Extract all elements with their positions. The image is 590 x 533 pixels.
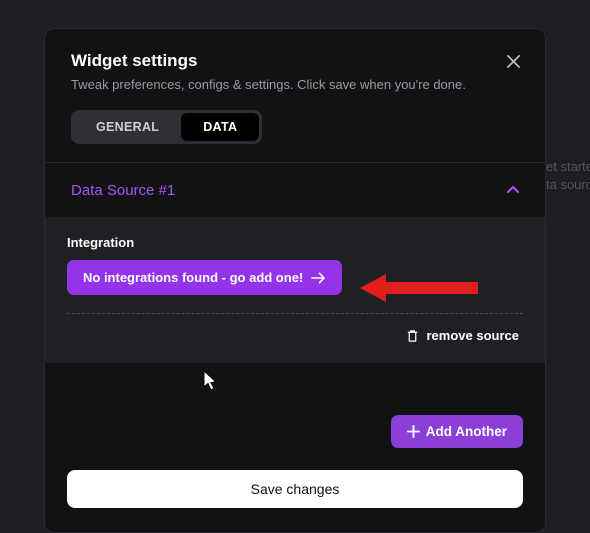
arrow-right-icon (311, 272, 326, 284)
chevron-up-icon (507, 181, 519, 199)
close-icon (507, 55, 520, 68)
add-integration-button[interactable]: No integrations found - go add one! (67, 260, 342, 295)
add-another-button[interactable]: Add Another (391, 415, 523, 448)
modal-title: Widget settings (71, 51, 519, 71)
data-source-header[interactable]: Data Source #1 (45, 163, 545, 217)
data-source-title: Data Source #1 (71, 182, 175, 199)
tab-group: GENERAL DATA (71, 110, 262, 144)
modal-header: Widget settings Tweak preferences, confi… (45, 29, 545, 162)
tab-data[interactable]: DATA (181, 113, 259, 141)
plus-icon (407, 425, 420, 438)
add-another-label: Add Another (426, 424, 507, 439)
tab-general[interactable]: GENERAL (74, 113, 181, 141)
remove-source-button[interactable]: remove source (67, 314, 523, 347)
data-source-panel: Integration No integrations found - go a… (45, 217, 545, 363)
integration-label: Integration (67, 235, 523, 250)
background-hint-text: et started ta source (546, 158, 590, 194)
trash-icon (406, 329, 419, 343)
modal-subtitle: Tweak preferences, configs & settings. C… (71, 77, 519, 92)
widget-settings-modal: Widget settings Tweak preferences, confi… (44, 28, 546, 533)
remove-source-label: remove source (427, 328, 520, 343)
save-button[interactable]: Save changes (67, 470, 523, 508)
modal-footer: Add Another Save changes (45, 363, 545, 532)
add-integration-label: No integrations found - go add one! (83, 270, 303, 285)
close-button[interactable] (501, 49, 525, 73)
